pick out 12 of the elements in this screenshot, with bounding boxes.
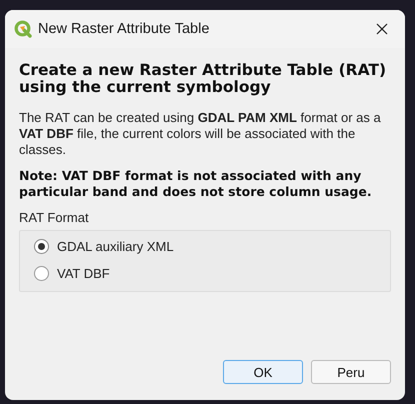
app-logo-icon <box>14 20 32 38</box>
ok-button[interactable]: OK <box>223 360 303 384</box>
dialog-button[interactable]: Peru <box>311 360 391 384</box>
radio-label[interactable]: VAT DBF <box>57 266 110 281</box>
radio-label[interactable]: GDAL auxiliary XML <box>57 239 174 254</box>
note-text: Note: VAT DBF format is not associated with any particular band and does not store column usage. <box>19 168 373 200</box>
radio-button[interactable] <box>34 239 49 254</box>
description-text: The RAT can be created using GDAL PAM XML format or as a VAT DBF file, the current colors will be associated with the classes. <box>19 110 382 158</box>
dialog-heading: Create a new Raster Attribute Table (RAT) using the current symbology <box>19 62 388 96</box>
radio-button[interactable] <box>34 266 49 281</box>
window-title: New Raster Attribute Table <box>38 21 210 37</box>
group-label: RAT Format <box>19 210 90 225</box>
